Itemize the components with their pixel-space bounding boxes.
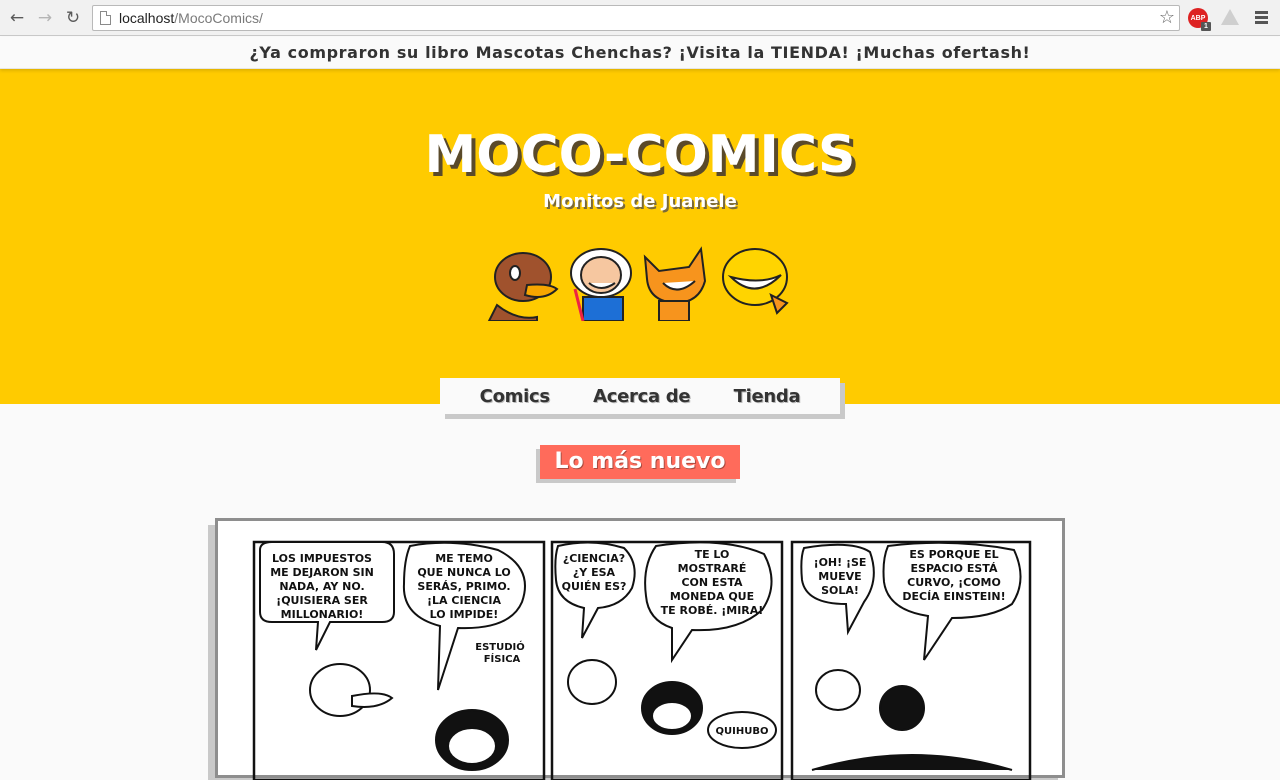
comic-text-2c: SERÁS, PRIMO. [417,580,510,593]
comic-text-5b: MUEVE [818,570,861,583]
mascots-illustration [487,246,789,321]
comic-text-1: LOS IMPUESTOS [272,552,372,565]
comic-text-3b: ¿Y ESA [573,566,616,579]
adblock-badge: 1 [1201,22,1211,31]
site-header: MOCO-COMICS Monitos de Juanele [0,69,1280,404]
comic-text-2: ME TEMO [435,552,493,565]
announcement-bar[interactable]: ¿Ya compraron su libro Mascotas Chenchas… [0,37,1280,69]
comic-text-4: TE LO [695,548,730,561]
comic-text-1d: ¡QUISIERA SER [276,594,368,607]
address-bar-url[interactable]: localhost/MocoComics/ [119,10,263,27]
browser-toolbar: ← → ↻ localhost/MocoComics/ ☆ ABP 1 [0,0,1280,36]
url-host: localhost [119,10,175,26]
comic-text-6: ES PORQUE EL [909,548,998,561]
site-title[interactable]: MOCO-COMICS [0,127,1280,183]
comic-frame: LOS IMPUESTOS ME DEJARON SIN NADA, AY NO… [215,518,1065,780]
address-bar[interactable]: localhost/MocoComics/ ☆ [92,5,1180,31]
comic-text-5c: SOLA! [821,584,859,597]
comic-text-2e: LO IMPIDE! [430,608,499,621]
comic-text-1c: NADA, AY NO. [279,580,364,593]
comic-text-4b: MOSTRARÉ [678,562,747,575]
reload-icon[interactable]: ↻ [62,7,84,29]
mascot-smile [722,248,789,315]
mascot-cat [643,246,707,321]
menu-icon[interactable] [1255,11,1268,24]
page-icon [100,11,111,25]
drive-icon[interactable] [1221,9,1239,25]
forward-arrow-icon[interactable]: → [34,7,56,29]
comic-text-2b: QUE NUNCA LO [417,566,510,579]
comic-text-3c: QUIÉN ES? [562,580,627,593]
comic-text-6c: CURVO, ¡COMO [907,576,1001,589]
url-path: /MocoComics/ [174,10,263,26]
comic-characters [309,659,1013,771]
comic-caption-1b: FÍSICA [484,652,521,665]
main-nav: Comics Acerca de Tienda [440,378,840,414]
adblock-label: ABP [1190,14,1206,22]
comic-text-4d: MONEDA QUE [670,590,754,603]
comic-text-4c: CON ESTA [681,576,743,589]
comic-text-2d: ¡LA CIENCIA [427,594,501,607]
comic-caption-2: QUIHUBO [716,726,769,737]
star-icon[interactable]: ☆ [1159,7,1175,28]
mascot-grandpa [570,248,632,321]
comic-strip-image[interactable]: LOS IMPUESTOS ME DEJARON SIN NADA, AY NO… [252,540,1032,780]
comic-caption-1: ESTUDIÓ [475,640,525,653]
nav-item-comics[interactable]: Comics [480,386,550,407]
section-heading: Lo más nuevo [540,445,740,479]
nav-item-tienda[interactable]: Tienda [734,386,801,407]
nav-item-acerca-de[interactable]: Acerca de [593,386,690,407]
comic-text-6d: DECÍA EINSTEIN! [902,590,1005,603]
comic-text-3: ¿CIENCIA? [563,552,625,565]
comic-text-5: ¡OH! ¡SE [814,556,867,569]
comic-text-4e: TE ROBÉ. ¡MIRA! [661,604,764,617]
comic-text-1b: ME DEJARON SIN [270,566,374,579]
mascot-duck [487,252,559,321]
comic-text-1e: MILLONARIO! [281,608,364,621]
site-subtitle: Monitos de Juanele [543,191,737,212]
adblock-icon[interactable]: ABP 1 [1188,8,1211,31]
comic-text-6b: ESPACIO ESTÁ [911,562,998,575]
back-arrow-icon[interactable]: ← [6,7,28,29]
